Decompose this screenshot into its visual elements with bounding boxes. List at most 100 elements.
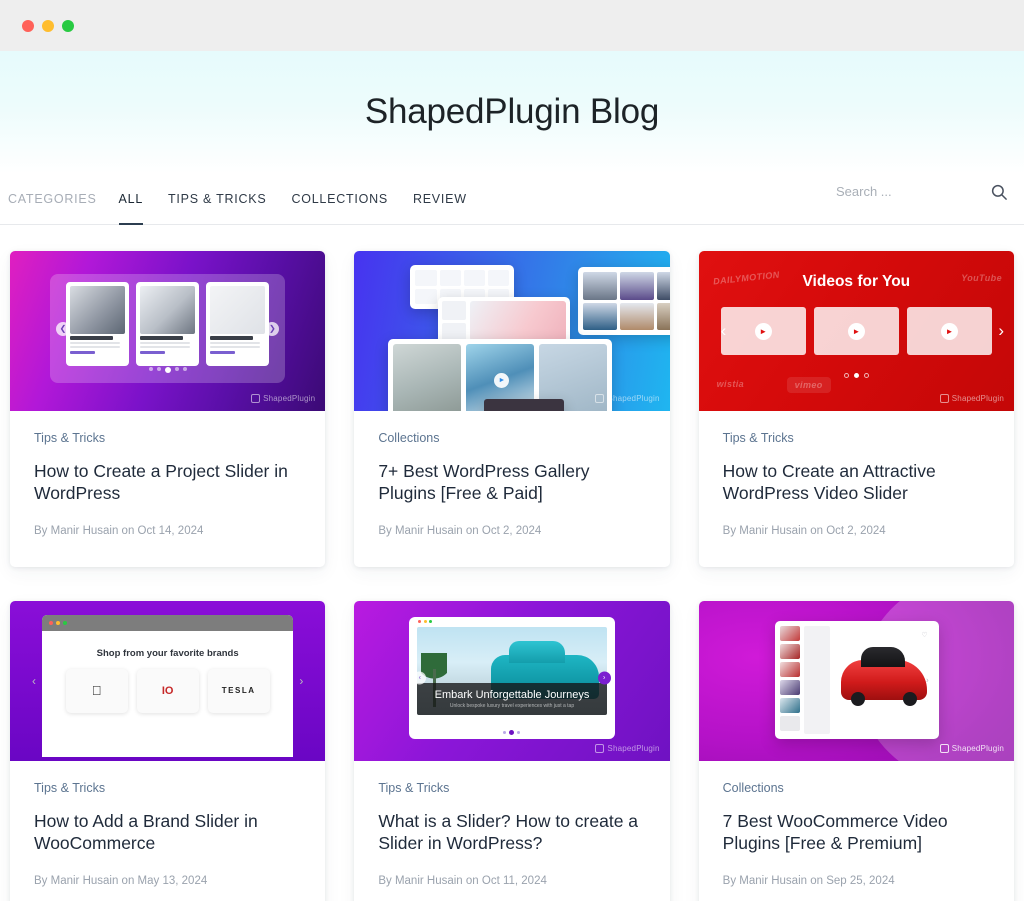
- rail-thumb[interactable]: [779, 697, 800, 713]
- window-close-button[interactable]: [22, 19, 34, 32]
- rail-thumb[interactable]: [779, 643, 800, 659]
- brand-vimeo: vimeo: [786, 377, 831, 393]
- pagination-dot[interactable]: [174, 367, 179, 371]
- rail-thumb[interactable]: [779, 715, 800, 731]
- brand-card-list:  IO TESLA: [42, 668, 293, 713]
- person-cell: [583, 302, 618, 330]
- brand-card-apple[interactable]: : [65, 668, 128, 713]
- slide-title-line: [70, 336, 114, 340]
- pagination-dot[interactable]: [517, 730, 521, 734]
- video-tile[interactable]: ►: [720, 307, 806, 355]
- post-card[interactable]: ► ShapedPlugin Collections 7+ Best WordP…: [354, 251, 670, 567]
- browser-mockup: Shop from your favorite brands  IO TESL…: [42, 614, 294, 757]
- post-card[interactable]: Shop from your favorite brands  IO TESL…: [10, 600, 326, 901]
- slider-prev-arrow-icon[interactable]: ‹: [32, 674, 36, 688]
- pagination-dot[interactable]: [156, 367, 161, 371]
- slide-text-line: [70, 341, 120, 344]
- person-cell: [583, 272, 618, 300]
- pagination-dot-active[interactable]: [164, 367, 171, 373]
- post-title[interactable]: How to Add a Brand Slider in WooCommerce: [34, 811, 301, 855]
- window-maximize-button[interactable]: [62, 19, 74, 32]
- post-card[interactable]: ❮ ❯ ShapedPlugin Tips & Tricks How to Cr…: [10, 251, 326, 567]
- search-icon[interactable]: [990, 183, 1008, 201]
- red-toy-car-image: [840, 646, 927, 706]
- watermark: ShapedPlugin: [939, 743, 1004, 753]
- rail-thumb[interactable]: [779, 625, 800, 641]
- product-main-image: [470, 301, 567, 341]
- post-title[interactable]: 7+ Best WordPress Gallery Plugins [Free …: [378, 461, 645, 505]
- gallery-next-arrow-icon[interactable]: ›: [926, 675, 929, 684]
- post-title[interactable]: What is a Slider? How to create a Slider…: [378, 811, 645, 855]
- slider-pagination-dots[interactable]: [699, 373, 1014, 378]
- mockup-maximize-dot: [429, 620, 433, 624]
- pagination-dot[interactable]: [182, 367, 187, 371]
- video-tile[interactable]: ►: [813, 307, 899, 355]
- slider-next-arrow-icon[interactable]: ❯: [265, 321, 280, 336]
- slider-prev-arrow-icon[interactable]: ‹: [721, 321, 727, 341]
- post-category[interactable]: Tips & Tricks: [378, 781, 449, 795]
- person-cell: [620, 302, 655, 330]
- pagination-dot-active[interactable]: [509, 729, 515, 735]
- window-minimize-button[interactable]: [42, 19, 54, 32]
- play-icon[interactable]: ►: [847, 322, 865, 340]
- post-category[interactable]: Tips & Tricks: [34, 781, 105, 795]
- post-thumbnail-brand-slider[interactable]: Shop from your favorite brands  IO TESL…: [10, 600, 326, 761]
- post-thumbnail-woo-video[interactable]: ♡ › ShapedPlugin: [698, 600, 1014, 761]
- post-body: Collections 7 Best WooCommerce Video Plu…: [699, 761, 1014, 901]
- post-category[interactable]: Tips & Tricks: [723, 431, 794, 445]
- post-category[interactable]: Collections: [723, 781, 784, 795]
- slide-image: [70, 286, 126, 334]
- person-cell: [657, 272, 670, 300]
- slider-next-arrow-icon[interactable]: ›: [597, 671, 611, 685]
- post-card[interactable]: ♡ › ShapedPlugin Collections 7 Best WooC…: [698, 600, 1014, 901]
- post-body: Collections 7+ Best WordPress Gallery Pl…: [354, 411, 669, 567]
- post-title[interactable]: How to Create an Attractive WordPress Vi…: [723, 461, 990, 505]
- post-category[interactable]: Collections: [378, 431, 439, 445]
- post-grid: ❮ ❯ ShapedPlugin Tips & Tricks How to Cr…: [0, 225, 1024, 901]
- post-card[interactable]: Embark Unforgettable Journeys Unlock bes…: [354, 600, 670, 901]
- shapedplugin-logo-icon: [595, 394, 605, 403]
- post-title[interactable]: How to Create a Project Slider in WordPr…: [34, 461, 301, 505]
- slider-prev-arrow-icon[interactable]: ❮: [56, 321, 70, 336]
- post-thumbnail-video-slider[interactable]: DAILYMOTION YouTube wistia vimeo Videos …: [698, 251, 1014, 411]
- slider-next-arrow-icon[interactable]: ›: [299, 674, 303, 688]
- wishlist-heart-icon[interactable]: ♡: [921, 631, 927, 639]
- page-title: ShapedPlugin Blog: [364, 92, 660, 131]
- tab-collections[interactable]: COLLECTIONS: [291, 192, 387, 225]
- post-meta: By Manir Husain on May 13, 2024: [34, 874, 208, 887]
- watermark: ShapedPlugin: [595, 743, 659, 753]
- thumbnail-rail: [442, 301, 467, 341]
- slider-prev-arrow-icon[interactable]: ‹: [413, 671, 427, 685]
- rail-thumb[interactable]: [779, 661, 800, 677]
- mockup-title-bar: [42, 614, 294, 631]
- search-input[interactable]: [836, 184, 976, 199]
- slider-next-arrow-icon[interactable]: ›: [998, 321, 1004, 341]
- pagination-dot[interactable]: [863, 373, 869, 378]
- post-body: Tips & Tricks What is a Slider? How to c…: [354, 761, 669, 901]
- post-card[interactable]: DAILYMOTION YouTube wistia vimeo Videos …: [698, 251, 1014, 567]
- slider-pagination-dots[interactable]: [409, 729, 614, 735]
- post-category[interactable]: Tips & Tricks: [34, 431, 105, 445]
- post-thumbnail-project-slider[interactable]: ❮ ❯ ShapedPlugin: [10, 251, 326, 411]
- tab-all[interactable]: ALL: [118, 192, 144, 225]
- play-icon[interactable]: ►: [754, 322, 772, 340]
- post-title[interactable]: 7 Best WooCommerce Video Plugins [Free &…: [723, 811, 990, 855]
- pagination-dot[interactable]: [843, 373, 849, 378]
- slide-text-line: [140, 341, 190, 344]
- pagination-dot-active[interactable]: [853, 373, 859, 378]
- post-meta: By Manir Husain on Oct 11, 2024: [378, 874, 547, 887]
- pagination-dot[interactable]: [148, 367, 153, 371]
- post-thumbnail-gallery-plugins[interactable]: ► ShapedPlugin: [354, 251, 670, 411]
- person-cell: [620, 272, 655, 300]
- tab-tips-tricks[interactable]: TIPS & TRICKS: [168, 192, 266, 225]
- video-tile[interactable]: ►: [906, 307, 992, 355]
- tab-review[interactable]: REVIEW: [413, 192, 467, 225]
- rail-thumb[interactable]: [779, 679, 800, 695]
- play-icon[interactable]: ►: [940, 322, 958, 340]
- slider-pagination-dots[interactable]: [50, 367, 285, 373]
- post-thumbnail-embark-slider[interactable]: Embark Unforgettable Journeys Unlock bes…: [354, 600, 670, 761]
- watermark: ShapedPlugin: [939, 394, 1004, 403]
- brand-card-io[interactable]: IO: [136, 668, 199, 713]
- brand-card-tesla[interactable]: TESLA: [207, 668, 270, 713]
- pagination-dot[interactable]: [503, 730, 507, 734]
